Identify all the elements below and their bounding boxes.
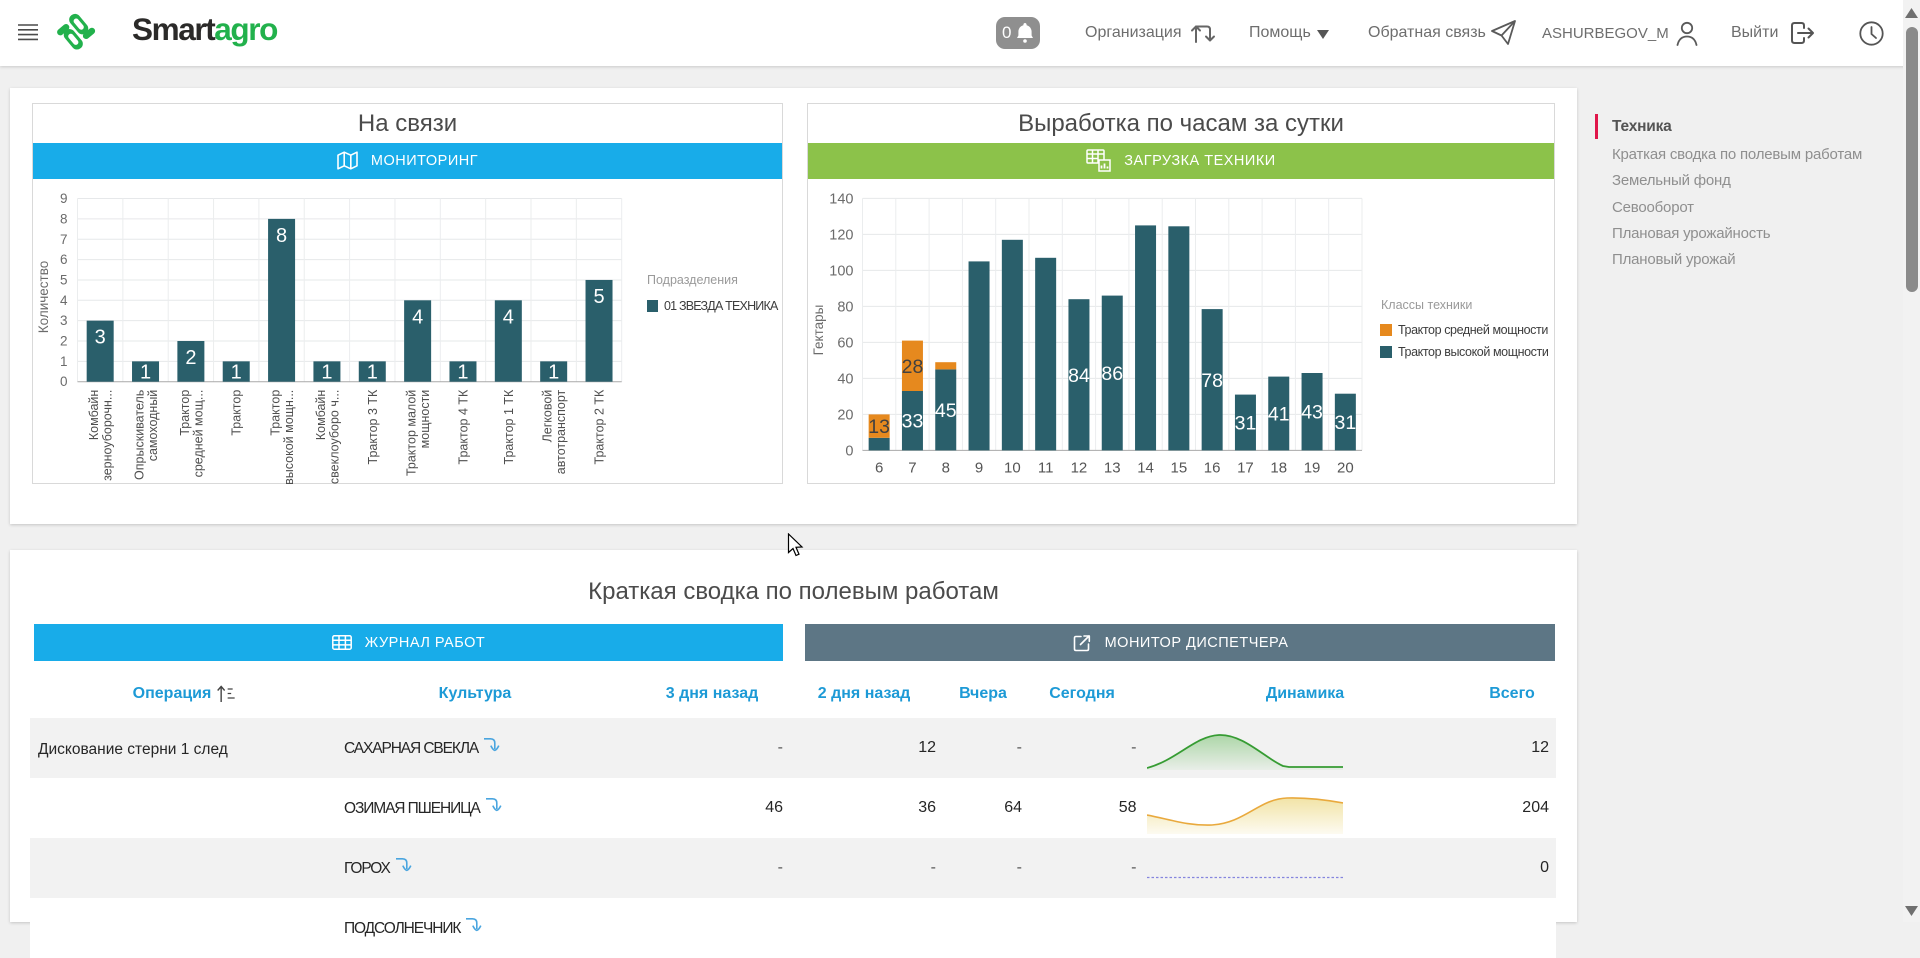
svg-text:12: 12 xyxy=(1071,459,1088,476)
svg-text:17: 17 xyxy=(1237,459,1254,476)
svg-text:19: 19 xyxy=(1304,459,1321,476)
svg-text:4: 4 xyxy=(60,293,68,308)
svg-text:33: 33 xyxy=(902,411,924,433)
svg-text:1: 1 xyxy=(321,362,332,384)
svg-text:140: 140 xyxy=(829,191,853,207)
svg-text:1: 1 xyxy=(367,362,378,384)
svg-text:Трактор 1 ТК: Трактор 1 ТК xyxy=(502,389,516,464)
svg-text:высокой мощн...: высокой мощн... xyxy=(282,390,296,484)
svg-text:1: 1 xyxy=(457,362,468,384)
svg-text:4: 4 xyxy=(412,306,423,328)
svg-text:самоходный: самоходный xyxy=(146,390,160,462)
svg-text:78: 78 xyxy=(1201,370,1223,392)
svg-text:10: 10 xyxy=(1004,459,1021,476)
svg-text:0: 0 xyxy=(60,374,68,389)
svg-text:Количество: Количество xyxy=(36,261,51,334)
svg-text:5: 5 xyxy=(60,272,68,287)
svg-text:Трактор 4 ТК: Трактор 4 ТК xyxy=(456,389,470,464)
svg-text:1: 1 xyxy=(140,362,151,384)
svg-text:7: 7 xyxy=(908,459,916,476)
svg-text:11: 11 xyxy=(1038,459,1054,476)
svg-text:20: 20 xyxy=(1337,459,1354,476)
svg-text:80: 80 xyxy=(837,299,853,315)
svg-text:мощности: мощности xyxy=(418,390,432,449)
svg-text:6: 6 xyxy=(60,252,68,267)
svg-text:7: 7 xyxy=(60,232,68,247)
svg-text:86: 86 xyxy=(1101,363,1123,385)
svg-text:Гектары: Гектары xyxy=(811,305,826,356)
svg-text:Трактор 2 ТК: Трактор 2 ТК xyxy=(593,389,607,464)
svg-text:15: 15 xyxy=(1171,459,1188,476)
svg-text:2: 2 xyxy=(185,347,196,369)
svg-text:20: 20 xyxy=(837,407,853,423)
svg-text:зерноуборочн...: зерноуборочн... xyxy=(101,390,115,481)
svg-text:5: 5 xyxy=(593,286,604,308)
svg-text:40: 40 xyxy=(837,371,853,387)
svg-text:14: 14 xyxy=(1137,459,1154,476)
svg-text:41: 41 xyxy=(1268,404,1290,426)
svg-text:Опрыскиватель: Опрыскиватель xyxy=(133,390,147,480)
svg-text:9: 9 xyxy=(60,191,68,206)
svg-text:3: 3 xyxy=(60,313,68,328)
svg-text:16: 16 xyxy=(1204,459,1221,476)
svg-text:8: 8 xyxy=(276,225,287,247)
svg-text:свеклоуборо ч...: свеклоуборо ч... xyxy=(327,390,341,484)
svg-text:9: 9 xyxy=(975,459,983,476)
svg-text:43: 43 xyxy=(1301,402,1323,424)
svg-text:3: 3 xyxy=(95,327,106,349)
svg-text:4: 4 xyxy=(503,306,514,328)
svg-text:2: 2 xyxy=(60,334,68,349)
svg-text:Комбайн: Комбайн xyxy=(314,390,328,440)
svg-text:Трактор: Трактор xyxy=(269,390,283,436)
svg-text:18: 18 xyxy=(1270,459,1287,476)
svg-text:1: 1 xyxy=(231,362,242,384)
svg-text:28: 28 xyxy=(902,356,924,378)
svg-text:автотранспорт: автотранспорт xyxy=(554,389,568,474)
svg-text:0: 0 xyxy=(845,443,853,459)
svg-text:Трактор 3 ТК: Трактор 3 ТК xyxy=(366,389,380,464)
svg-text:84: 84 xyxy=(1068,365,1090,387)
svg-text:13: 13 xyxy=(1104,459,1121,476)
svg-text:1: 1 xyxy=(60,354,68,369)
svg-text:6: 6 xyxy=(875,459,883,476)
svg-text:Комбайн: Комбайн xyxy=(87,390,101,440)
svg-text:Трактор: Трактор xyxy=(178,390,192,436)
svg-text:45: 45 xyxy=(935,400,957,422)
svg-text:8: 8 xyxy=(60,211,68,226)
svg-text:Трактор: Трактор xyxy=(230,390,244,436)
svg-text:Трактор малой: Трактор малой xyxy=(405,390,419,476)
svg-text:1: 1 xyxy=(548,362,559,384)
svg-text:8: 8 xyxy=(942,459,950,476)
svg-text:120: 120 xyxy=(829,227,853,243)
svg-text:31: 31 xyxy=(1235,413,1257,435)
svg-text:100: 100 xyxy=(829,263,853,279)
svg-text:31: 31 xyxy=(1334,412,1356,434)
svg-text:Легковой: Легковой xyxy=(541,390,555,443)
svg-text:средней мощ...: средней мощ... xyxy=(191,390,205,478)
svg-text:60: 60 xyxy=(837,335,853,351)
svg-text:13: 13 xyxy=(868,416,890,438)
